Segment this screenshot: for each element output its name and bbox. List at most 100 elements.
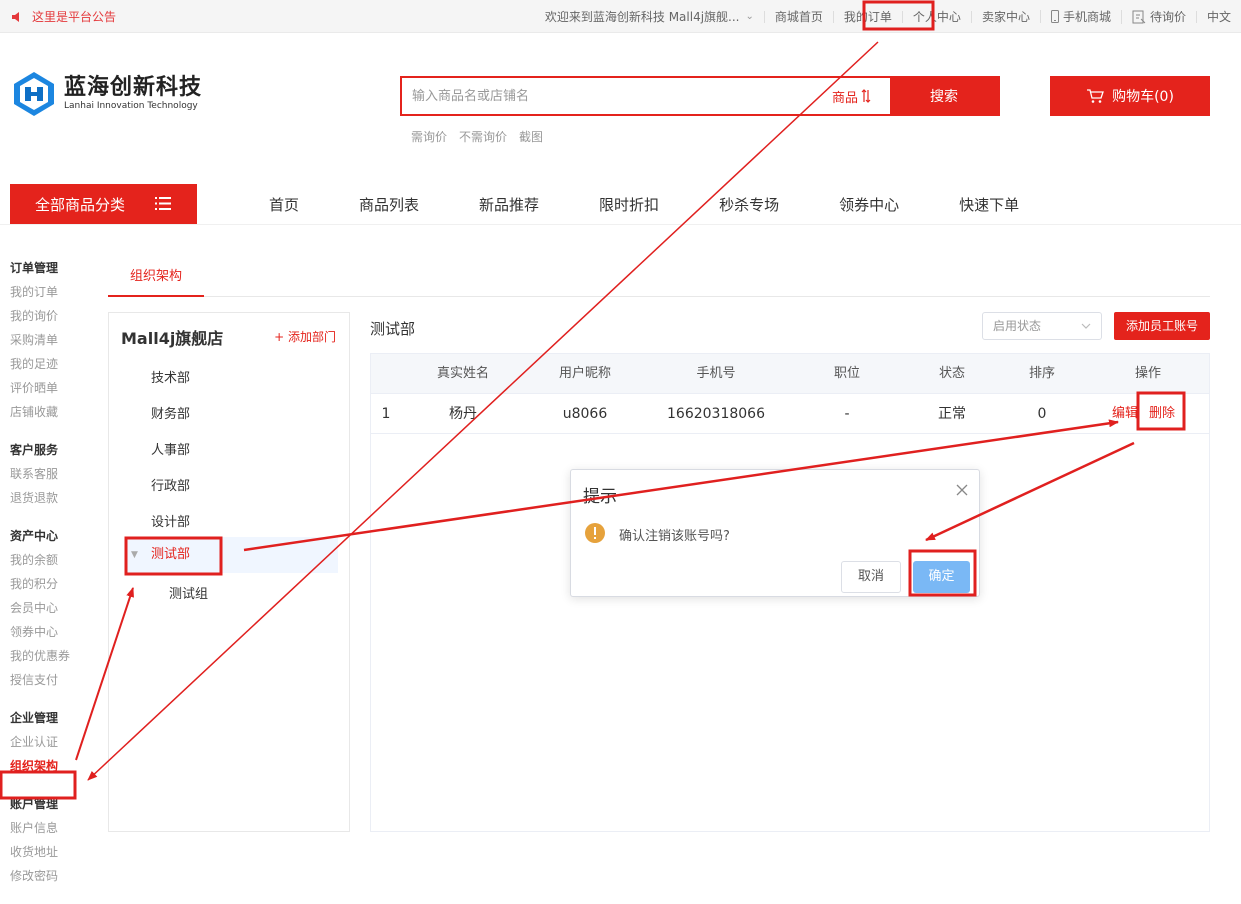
sidebar-group-enterprise: 企业管理 企业认证 组织架构	[10, 708, 100, 778]
tree-node[interactable]: 设计部	[151, 511, 190, 530]
logo-mark-icon	[14, 72, 54, 116]
sidebar-item-returns[interactable]: 退货退款	[10, 486, 100, 510]
link-mall-home[interactable]: 商城首页	[763, 10, 833, 23]
search-bar: 商品 搜索	[400, 76, 1000, 116]
tree-node[interactable]: 财务部	[151, 403, 190, 422]
inquiry-icon	[1132, 10, 1146, 23]
platform-notice[interactable]: 这里是平台公告	[10, 8, 116, 25]
sidebar-item-store-favorites[interactable]: 店铺收藏	[10, 400, 100, 424]
confirm-button[interactable]: 确定	[913, 561, 970, 593]
cart-icon	[1087, 89, 1104, 103]
link-pending-inquiry[interactable]: 待询价	[1120, 9, 1196, 24]
warning-icon	[585, 523, 605, 543]
column-header: 状态	[938, 366, 965, 381]
sidebar-item-account-info[interactable]: 账户信息	[10, 816, 100, 840]
search-button[interactable]: 搜索	[890, 78, 998, 114]
tree-node-child[interactable]: 测试组	[169, 583, 208, 602]
sidebar-item-balance[interactable]: 我的余额	[10, 548, 100, 572]
tab-org-structure[interactable]: 组织架构	[108, 258, 204, 297]
link-personal-center[interactable]: 个人中心	[901, 10, 971, 23]
phone-icon	[1050, 10, 1059, 23]
welcome-text: 欢迎来到蓝海创新科技 Mall4j旗舰...	[544, 9, 740, 24]
welcome-dropdown[interactable]: 欢迎来到蓝海创新科技 Mall4j旗舰... ⌄	[535, 11, 764, 23]
link-my-orders[interactable]: 我的订单	[832, 10, 902, 23]
sidebar-item-my-orders[interactable]: 我的订单	[10, 280, 100, 304]
hot-keyword[interactable]: 不需询价	[459, 128, 507, 145]
nav-coupon-center[interactable]: 领券中心	[839, 194, 899, 215]
sidebar-group-title: 账户管理	[10, 797, 59, 811]
sidebar-item-reviews[interactable]: 评价晒单	[10, 376, 100, 400]
confirm-dialog: 提示 确认注销该账号吗? 取消 确定	[570, 469, 980, 597]
hot-keyword[interactable]: 截图	[519, 128, 543, 145]
menu-icon	[155, 197, 171, 210]
hot-keyword[interactable]: 需询价	[411, 128, 447, 145]
sidebar-item-org-structure[interactable]: 组织架构	[10, 754, 100, 778]
nav-seckill[interactable]: 秒杀专场	[719, 194, 779, 215]
sidebar-item-enterprise-auth[interactable]: 企业认证	[10, 730, 100, 754]
sidebar-item-my-inquiries[interactable]: 我的询价	[10, 304, 100, 328]
content-tabs: 组织架构	[108, 258, 1210, 297]
cancel-button[interactable]: 取消	[841, 561, 901, 593]
notice-text: 这里是平台公告	[32, 10, 117, 24]
table-header: 真实姓名 用户昵称 手机号 职位 状态 排序 操作	[371, 354, 1209, 394]
sidebar-item-membership[interactable]: 会员中心	[10, 596, 100, 620]
row-index: 1	[381, 406, 391, 422]
cell-position: -	[844, 406, 850, 422]
chevron-down-icon	[1081, 323, 1091, 329]
nav-items: 首页 商品列表 新品推荐 限时折扣 秒杀专场 领券中心 快速下单	[269, 183, 1079, 225]
tree-node[interactable]: 人事部	[151, 439, 190, 458]
search-input[interactable]	[402, 78, 832, 114]
nav-new-products[interactable]: 新品推荐	[479, 194, 539, 215]
sidebar-item-change-password[interactable]: 修改密码	[10, 864, 100, 888]
all-categories-button[interactable]: 全部商品分类	[10, 184, 197, 224]
link-mobile-mall[interactable]: 手机商城	[1039, 9, 1121, 24]
search-type-select[interactable]: 商品	[832, 78, 890, 114]
main-nav: 全部商品分类 首页 商品列表 新品推荐 限时折扣 秒杀专场 领券中心 快速下单	[0, 183, 1241, 225]
sidebar-item-coupon-center[interactable]: 领券中心	[10, 620, 100, 644]
sidebar-group-title: 客户服务	[10, 443, 59, 457]
nav-product-list[interactable]: 商品列表	[359, 194, 419, 215]
top-links: 欢迎来到蓝海创新科技 Mall4j旗舰... ⌄ 商城首页 我的订单 个人中心 …	[535, 0, 1241, 33]
sidebar-group-title: 资产中心	[10, 529, 59, 543]
caret-down-icon: ▼	[131, 550, 138, 560]
tree-node[interactable]: 行政部	[151, 475, 190, 494]
top-bar: 这里是平台公告 欢迎来到蓝海创新科技 Mall4j旗舰... ⌄ 商城首页 我的…	[0, 0, 1241, 33]
sidebar-item-footprints[interactable]: 我的足迹	[10, 352, 100, 376]
table-row: 1 杨丹 u8066 16620318066 - 正常 0 编辑 删除	[371, 394, 1209, 434]
cell-nickname: u8066	[562, 406, 608, 422]
status-filter-placeholder: 启用状态	[993, 319, 1042, 333]
language-switch[interactable]: 中文	[1195, 10, 1241, 23]
nav-flash-discount[interactable]: 限时折扣	[599, 194, 659, 215]
sidebar-item-points[interactable]: 我的积分	[10, 572, 100, 596]
close-icon[interactable]	[956, 484, 968, 496]
sidebar-item-addresses[interactable]: 收货地址	[10, 840, 100, 864]
add-employee-account-button[interactable]: 添加员工账号	[1114, 312, 1210, 340]
site-logo[interactable]: 蓝海创新科技 Lanhai Innovation Technology	[10, 70, 202, 118]
status-filter-select[interactable]: 启用状态	[982, 312, 1102, 340]
mobile-mall-label: 手机商城	[1062, 9, 1111, 24]
dialog-title: 提示	[583, 487, 617, 507]
link-seller-center[interactable]: 卖家中心	[970, 10, 1040, 23]
sidebar-item-credit-pay[interactable]: 授信支付	[10, 668, 100, 692]
tree-node[interactable]: 技术部	[151, 367, 190, 386]
sidebar-item-contact-service[interactable]: 联系客服	[10, 462, 100, 486]
all-categories-label: 全部商品分类	[35, 195, 126, 214]
tree-node-label: 测试部	[151, 547, 191, 562]
column-header: 职位	[833, 366, 860, 381]
sidebar-group-account: 账户管理 账户信息 收货地址 修改密码	[10, 794, 100, 888]
nav-quick-order[interactable]: 快速下单	[959, 194, 1019, 215]
sidebar-group-title: 订单管理	[10, 261, 59, 275]
cell-real-name: 杨丹	[449, 406, 477, 422]
edit-button[interactable]: 编辑	[1109, 394, 1141, 434]
nav-home[interactable]: 首页	[269, 194, 299, 215]
cart-button[interactable]: 购物车(0)	[1050, 76, 1210, 116]
sidebar-group-assets: 资产中心 我的余额 我的积分 会员中心 领券中心 我的优惠券 授信支付	[10, 526, 100, 692]
speaker-icon	[12, 11, 19, 22]
hot-keywords: 需询价 不需询价 截图	[411, 128, 543, 145]
sidebar-item-my-coupons[interactable]: 我的优惠券	[10, 644, 100, 668]
add-department-button[interactable]: + 添加部门	[274, 328, 336, 345]
delete-button[interactable]: 删除	[1145, 394, 1179, 434]
sidebar-item-purchase-list[interactable]: 采购清单	[10, 328, 100, 352]
account-sidebar: 订单管理 我的订单 我的询价 采购清单 我的足迹 评价晒单 店铺收藏 客户服务 …	[10, 258, 100, 904]
tree-node-selected[interactable]: ▼ 测试部	[126, 537, 338, 573]
